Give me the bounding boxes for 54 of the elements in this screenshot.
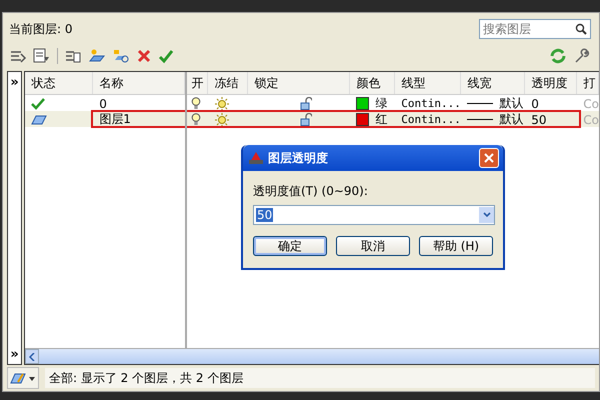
checkmark-icon[interactable] [158,48,174,64]
table-cell: 默认 [499,111,524,128]
table-cell-text: 图层1 [98,111,132,128]
color-name: 红 [375,111,388,128]
color-name: 绿 [375,95,388,112]
horizontal-scrollbar[interactable] [25,348,599,364]
column-header[interactable]: 状态 [25,72,94,94]
chevron-left-icon [29,352,36,360]
table-cell-text: 0 [530,96,540,112]
close-button[interactable] [479,148,499,168]
status-text: 全部: 显示了 2 个图层，共 2 个图层 [45,368,595,388]
sun-icon[interactable] [214,112,230,126]
sun-icon[interactable] [214,96,230,110]
table-cell: 默认 [499,95,524,112]
scroll-left-button[interactable] [25,349,40,364]
column-header[interactable]: 线宽 [461,72,526,94]
table-row[interactable]: 0 绿 Contin... 默认 0 Co [25,95,599,111]
search-field[interactable]: 搜索图层 [479,19,591,39]
column-header[interactable]: 颜色 [350,72,396,94]
column-header[interactable]: 线型 [395,72,462,94]
dialog-title: 图层透明度 [268,150,329,166]
lineweight-line-icon [467,119,494,120]
dialog-button[interactable]: 取消 [336,236,410,256]
lightbulb-icon[interactable] [191,97,202,110]
table-cell-text: Co [582,96,599,112]
column-header[interactable]: 锁定 [248,72,350,94]
column-header[interactable]: 冻结 [208,72,248,94]
table-row[interactable]: 图层1 红 Contin... 默认 50 Co [25,111,599,127]
field-label: 透明度值(T) (0~90): [253,183,369,200]
table-cell-text: 50 [530,112,548,128]
table-cell-text: Contin... [400,96,462,112]
dialog-button[interactable]: 帮助 (H) [419,236,493,256]
close-icon [484,153,494,163]
current-layer-label: 当前图层: 0 [9,20,74,38]
lineweight-line-icon [467,103,494,104]
app-logo-icon [249,152,263,164]
padlock-icon[interactable] [300,97,312,110]
color-swatch[interactable] [356,97,370,110]
delete-icon[interactable] [136,48,152,64]
filter-dropdown-button[interactable] [7,367,39,389]
transparency-combo-field[interactable]: 50 [253,205,495,225]
column-header[interactable]: 透明度 [525,72,578,94]
dialog-button[interactable]: 确定 [253,236,327,256]
padlock-icon[interactable] [300,113,312,126]
color-swatch[interactable] [356,113,370,126]
lightbulb-icon[interactable] [191,113,202,126]
column-header[interactable]: 打 [577,72,599,94]
table-cell-text: 0 [98,96,108,112]
search-icon [575,23,587,35]
new-layer-icon[interactable] [88,48,106,64]
refresh-icon[interactable] [549,48,567,64]
table-cell-text: Co [582,112,599,128]
table-cell-text: Contin... [400,112,462,128]
wrench-icon[interactable] [573,48,591,64]
